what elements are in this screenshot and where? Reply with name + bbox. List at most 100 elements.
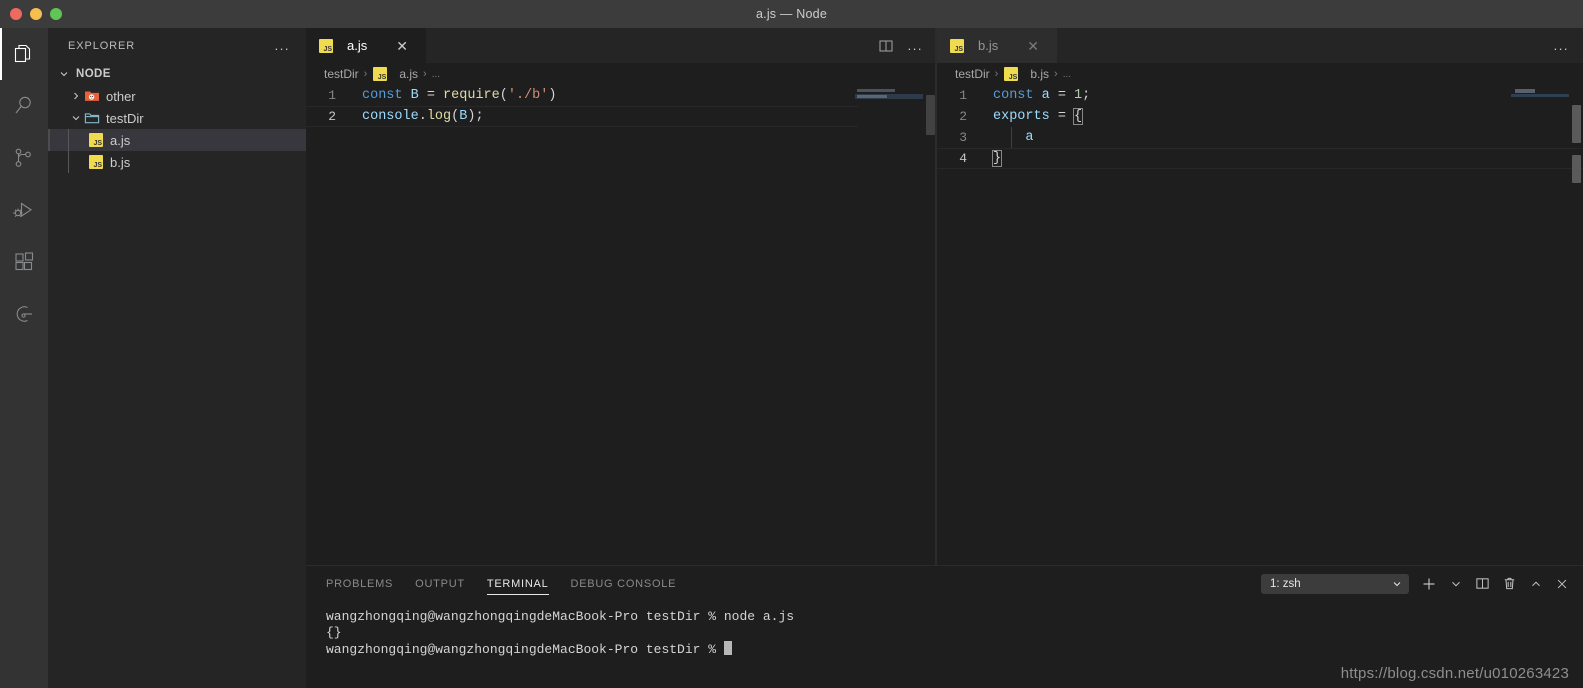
line-text: const B = require('./b') [362,88,557,103]
tab-bar-actions-left: ... [878,28,937,63]
line-text: a [1025,130,1034,145]
watermark: https://blog.csdn.net/u010263423 [1340,665,1569,682]
line-number: 4 [959,151,967,166]
breadcrumb-right: testDir › JS b.js › ... [937,63,1583,85]
terminal-output[interactable]: wangzhongqing@wangzhongqingdeMacBook-Pro… [306,601,1583,657]
close-icon[interactable]: ✕ [1027,39,1039,53]
code-line: 1 const a = 1; [937,85,1583,106]
tree-item-other[interactable]: other [48,85,306,107]
tab-terminal[interactable]: TERMINAL [486,566,549,601]
line-number: 1 [328,88,336,103]
run-debug-icon [12,198,36,222]
code-line: 2 exports = { [937,106,1583,127]
folder-other-icon [84,88,100,104]
chevron-right-icon: › [1054,68,1058,80]
activity-run-and-debug[interactable] [0,184,48,236]
minimap-left[interactable] [855,85,923,565]
activity-explorer[interactable] [0,28,48,80]
terminal-line: wangzhongqing@wangzhongqingdeMacBook-Pro… [326,609,795,624]
terminal-line: {} [326,624,342,640]
activity-remote-explorer[interactable] [0,288,48,340]
breadcrumb-left: testDir › JS a.js › ... [306,63,937,85]
breadcrumb-file[interactable]: a.js [399,67,418,81]
ellipsis-icon[interactable]: ... [1554,39,1569,52]
chevron-right-icon [68,90,84,102]
split-icon[interactable] [1475,576,1490,591]
breadcrumb-folder[interactable]: testDir [324,67,359,81]
line-text: const a = 1; [993,88,1091,103]
panel-tab-bar: PROBLEMS OUTPUT TERMINAL DEBUG CONSOLE 1… [306,566,1583,601]
terminal-prompt: wangzhongqing@wangzhongqingdeMacBook-Pro… [326,641,724,657]
tab-b-js[interactable]: JS b.js ✕ [937,28,1057,63]
tree-item-b-js[interactable]: JS b.js [48,151,306,173]
indent-guide [1011,127,1012,148]
files-icon [12,42,36,66]
js-file-icon: JS [949,38,965,54]
close-icon[interactable] [1555,577,1569,591]
chevron-up-icon[interactable] [1529,577,1543,591]
indent-guide [68,129,69,151]
split-editor-icon[interactable] [878,38,894,54]
chevron-down-icon[interactable] [1449,577,1463,591]
editor-group-left: JS a.js ✕ ... testDir › JS a.js › ... 1 … [306,28,937,565]
panel-tab-label: DEBUG CONSOLE [570,577,677,590]
explorer-root-node[interactable]: NODE [48,63,306,85]
plus-icon[interactable] [1421,576,1437,592]
breadcrumb-symbols[interactable]: ... [1063,69,1071,80]
vscode-window: a.js — Node EXPLORER ... NODE other test… [0,0,1583,688]
trash-icon[interactable] [1502,576,1517,591]
tree-item-label: b.js [110,154,131,170]
terminal-cursor [723,640,732,655]
explorer-title: EXPLORER [68,39,136,52]
tab-label: b.js [978,38,999,53]
code-content-left[interactable]: 1 const B = require('./b') 2 console.log… [306,85,937,565]
panel-actions: 1: zsh [1261,566,1569,601]
tab-problems[interactable]: PROBLEMS [326,566,393,601]
ellipsis-icon[interactable]: ... [908,39,923,52]
tab-debug-console[interactable]: DEBUG CONSOLE [571,566,677,601]
code-content-right[interactable]: 1 const a = 1; 2 exports = { 3 a 4 } [937,85,1583,565]
terminal-selector[interactable]: 1: zsh [1261,573,1409,594]
minimap-right[interactable] [1501,85,1569,565]
title-bar: a.js — Node [0,0,1583,28]
editor-group-right: JS b.js ✕ ... testDir › JS b.js › ... 1 … [937,28,1583,565]
breadcrumb-symbols[interactable]: ... [432,69,440,80]
line-text: console.log(B); [362,109,484,124]
terminal-line-with-cursor: wangzhongqing@wangzhongqingdeMacBook-Pro… [326,640,1583,658]
js-file-icon: JS [88,154,104,170]
line-number: 2 [959,109,967,124]
chevron-right-icon: › [994,68,999,80]
tree-item-label: testDir [106,110,144,126]
code-line-current: 2 console.log(B); [306,106,858,127]
tree-item-testdir[interactable]: testDir [48,107,306,129]
chevron-down-icon [56,68,72,80]
line-number: 3 [959,130,967,145]
tree-item-a-js[interactable]: JS a.js [48,129,306,151]
terminal-selector-value: 1: zsh [1270,577,1301,590]
activity-search[interactable] [0,80,48,132]
chevron-down-icon [1391,578,1403,590]
code-line: 1 const B = require('./b') [306,85,937,106]
tree-item-label: other [106,88,136,104]
breadcrumb-folder[interactable]: testDir [955,67,990,81]
panel-tab-label: OUTPUT [415,577,465,590]
activity-extensions[interactable] [0,236,48,288]
remote-icon [12,302,36,326]
code-line: 3 a [937,127,1583,148]
line-text: exports = { [993,108,1084,125]
explorer-more-actions-icon[interactable]: ... [275,39,290,52]
chevron-down-icon [68,112,84,124]
js-file-icon: JS [318,38,334,54]
activity-source-control[interactable] [0,132,48,184]
editor-scrollbar-right[interactable] [1569,85,1583,565]
tab-bar-left: JS a.js ✕ ... [306,28,937,63]
tab-a-js[interactable]: JS a.js ✕ [306,28,426,63]
js-file-icon: JS [372,66,388,82]
tab-output[interactable]: OUTPUT [415,566,465,601]
line-number: 2 [328,109,336,124]
breadcrumb-file[interactable]: b.js [1030,67,1049,81]
chevron-right-icon: › [363,68,368,80]
explorer-sidebar: EXPLORER ... NODE other testDir JS a.js … [48,28,306,688]
close-icon[interactable]: ✕ [396,39,408,53]
tab-label: a.js [347,38,368,53]
